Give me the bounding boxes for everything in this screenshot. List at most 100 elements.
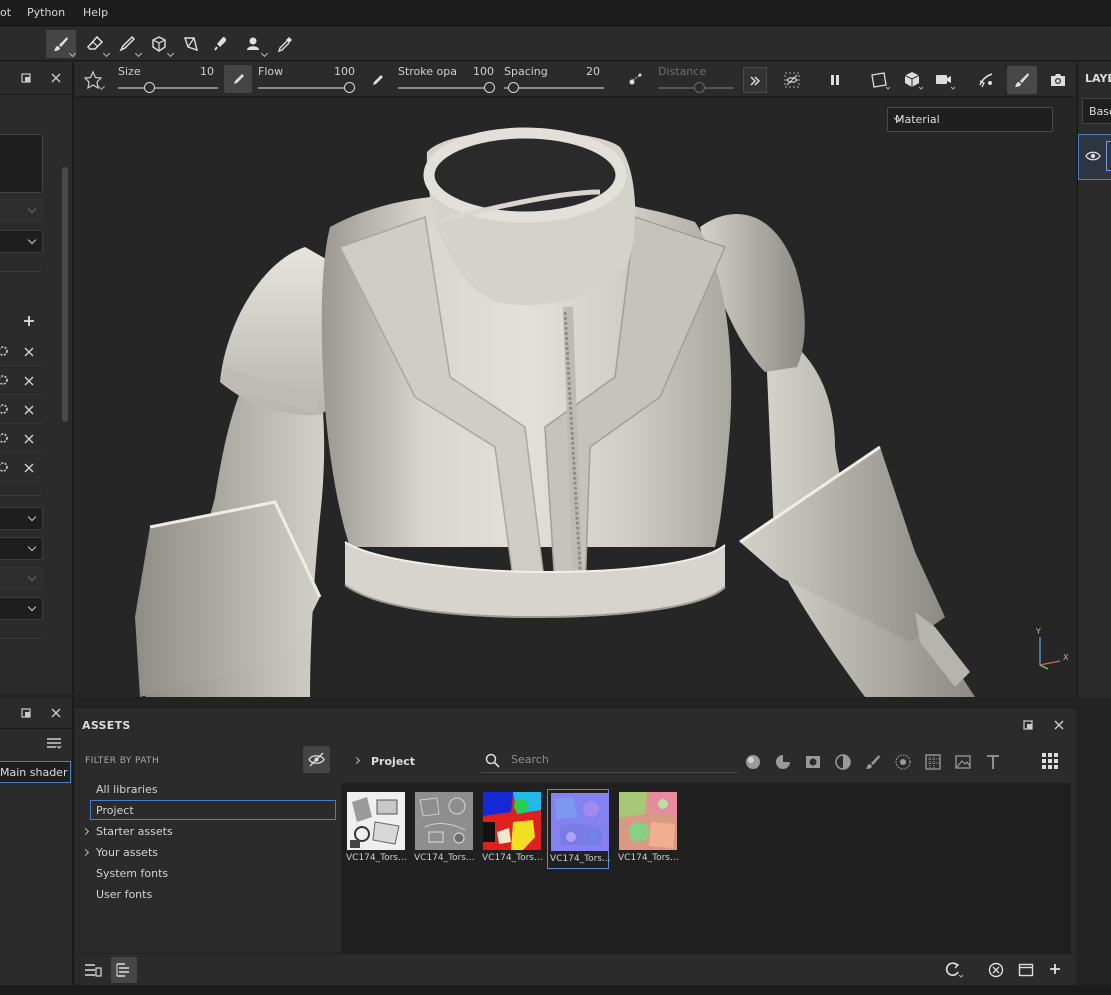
screenshot-camera-icon[interactable]	[1049, 71, 1067, 89]
settings-gear-icon[interactable]	[0, 403, 10, 415]
search-input[interactable]	[511, 753, 731, 766]
expand-chevron-icon[interactable]	[81, 848, 90, 857]
pause-icon[interactable]	[828, 73, 842, 87]
folder-window-icon[interactable]	[1018, 962, 1034, 978]
float-panel-icon[interactable]	[1022, 718, 1036, 732]
texture-filter-icon[interactable]	[924, 753, 942, 771]
brush-filter-icon[interactable]	[864, 753, 882, 771]
paint-mode-button[interactable]	[1007, 66, 1037, 94]
particles-filter-icon[interactable]	[894, 753, 912, 771]
layer-row-selected[interactable]	[1078, 134, 1111, 180]
asset-thumbnail-ao[interactable]: VC174_Tors...	[344, 789, 407, 869]
channel-row[interactable]	[0, 395, 43, 424]
asset-thumbnail-curvature[interactable]: VC174_Tors...	[412, 789, 475, 869]
library-item-project[interactable]: Project	[90, 800, 336, 820]
remove-channel-icon[interactable]	[23, 433, 35, 445]
library-item-user-fonts[interactable]: User fonts	[96, 888, 152, 901]
ao-dropdown[interactable]	[0, 597, 43, 620]
list-view-icon[interactable]	[84, 962, 102, 978]
tree-view-toggle[interactable]	[111, 957, 137, 983]
material-filter-icon[interactable]	[744, 753, 762, 771]
stroke-opacity-value[interactable]: 100	[464, 65, 494, 78]
settings-gear-icon[interactable]	[0, 461, 10, 473]
remove-channel-icon[interactable]	[23, 346, 35, 358]
settings-gear-icon[interactable]	[0, 374, 10, 386]
lazy-mouse-icon[interactable]	[628, 71, 644, 87]
channel-row[interactable]	[0, 453, 43, 482]
channel-row[interactable]	[0, 337, 43, 366]
menu-item-help[interactable]: Help	[83, 6, 108, 19]
spacing-slider-knob[interactable]	[508, 82, 519, 93]
library-item-system-fonts[interactable]: System fonts	[96, 867, 168, 880]
library-item-all[interactable]: All libraries	[96, 783, 158, 796]
library-item-starter-assets[interactable]: Starter assets	[96, 825, 173, 838]
uv-dropdown[interactable]	[0, 230, 43, 253]
spacing-slider[interactable]	[504, 87, 604, 89]
eye-icon[interactable]	[1085, 149, 1101, 163]
video-camera-icon[interactable]	[935, 71, 957, 91]
add-asset-icon[interactable]	[1048, 962, 1062, 976]
size-value[interactable]: 10	[184, 65, 214, 78]
breadcrumb-chevron-icon[interactable]	[352, 756, 361, 765]
remove-channel-icon[interactable]	[23, 462, 35, 474]
texture-set-preview[interactable]	[0, 134, 43, 193]
hide-filter-button[interactable]	[303, 746, 330, 773]
hide-overlay-icon[interactable]	[783, 71, 801, 89]
spacing-value[interactable]: 20	[570, 65, 600, 78]
color-picker-tool[interactable]	[270, 30, 300, 58]
settings-gear-icon[interactable]	[0, 432, 10, 444]
font-filter-icon[interactable]	[984, 753, 1002, 771]
grid-view-icon[interactable]	[1041, 752, 1059, 770]
smart-material-filter-icon[interactable]	[774, 753, 792, 771]
size-slider[interactable]	[118, 87, 218, 89]
flow-slider[interactable]	[258, 87, 355, 89]
pen-pressure-icon[interactable]	[370, 73, 384, 87]
close-panel-icon[interactable]	[1052, 718, 1066, 732]
channel-display-select[interactable]: Material	[887, 107, 1053, 132]
clear-filter-icon[interactable]	[988, 962, 1004, 978]
close-panel-icon[interactable]	[49, 71, 63, 85]
expand-chevron-icon[interactable]	[81, 827, 90, 836]
stencil-tool[interactable]	[238, 30, 269, 58]
smudge-tool[interactable]	[176, 30, 206, 58]
size-slider-knob[interactable]	[144, 82, 155, 93]
library-item-your-assets[interactable]: Your assets	[96, 846, 158, 859]
channel-row[interactable]	[0, 424, 43, 453]
asset-thumbnail-id-map[interactable]: VC174_Tors...	[480, 789, 543, 869]
add-icon[interactable]	[22, 314, 36, 328]
close-panel-icon[interactable]	[49, 706, 63, 720]
breadcrumb-project[interactable]: Project	[371, 755, 415, 768]
scrollbar-thumb[interactable]	[62, 167, 68, 422]
stroke-opacity-slider-knob[interactable]	[484, 82, 495, 93]
float-panel-icon[interactable]	[20, 71, 34, 85]
filter-effect-icon[interactable]	[834, 753, 852, 771]
channel-row[interactable]	[0, 366, 43, 395]
environment-filter-icon[interactable]	[954, 753, 972, 771]
more-properties-button[interactable]	[743, 67, 767, 93]
3d-viewport[interactable]: Material Y X	[75, 97, 1076, 697]
asset-thumbnail-normal[interactable]: VC174_Tors...	[547, 789, 611, 869]
layers-channel-select[interactable]: Base	[1082, 98, 1111, 124]
size-pressure-toggle[interactable]	[224, 65, 252, 93]
normal-dropdown[interactable]	[0, 537, 43, 560]
refresh-icon[interactable]	[943, 961, 965, 979]
flow-slider-knob[interactable]	[344, 82, 355, 93]
remove-channel-icon[interactable]	[23, 404, 35, 416]
shader-field[interactable]: Main shader	[0, 761, 71, 783]
projection-tool[interactable]	[112, 30, 143, 58]
flow-value[interactable]: 100	[325, 65, 355, 78]
camera-view-icon[interactable]	[870, 71, 892, 91]
polygon-fill-tool[interactable]	[144, 30, 175, 58]
settings-gear-icon[interactable]	[0, 345, 10, 357]
symmetry-icon[interactable]	[977, 71, 995, 89]
list-menu-icon[interactable]	[46, 736, 62, 750]
asset-thumbnail-world-normal[interactable]: VC174_Tors...	[616, 789, 679, 869]
resolution-dropdown[interactable]	[0, 507, 43, 530]
float-panel-icon[interactable]	[20, 706, 34, 720]
clone-tool[interactable]	[206, 30, 236, 58]
stroke-opacity-slider[interactable]	[398, 87, 495, 89]
menu-item-python[interactable]: Python	[27, 6, 65, 19]
display-mode-cube-icon[interactable]	[903, 71, 925, 91]
eraser-tool[interactable]	[80, 30, 111, 58]
asset-search[interactable]	[481, 749, 738, 773]
